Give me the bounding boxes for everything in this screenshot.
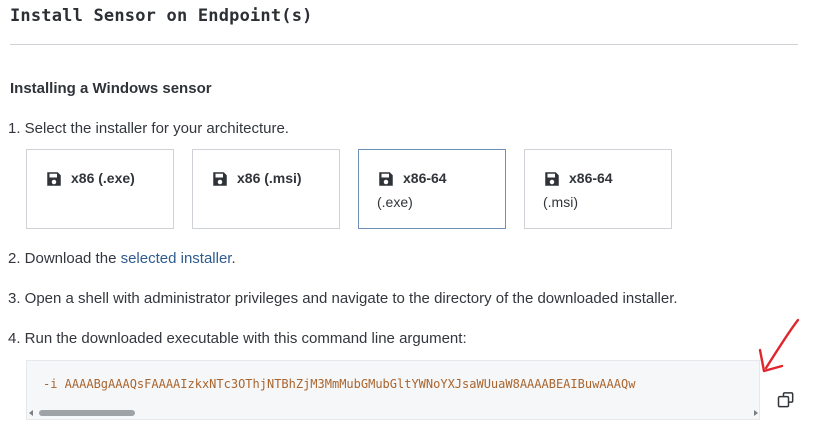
step-3-text: 3. Open a shell with administrator privi… [8, 290, 678, 307]
installer-option-label: x86 (.exe) [71, 170, 135, 186]
installer-option-label: x86-64 [403, 170, 447, 186]
step-2-prefix: 2. Download the [8, 250, 121, 267]
installer-option-label: x86 (.msi) [237, 170, 302, 186]
scroll-right-arrow-icon[interactable] [754, 410, 758, 416]
installer-option-x86-exe[interactable]: x86 (.exe) [26, 149, 174, 229]
installer-option-label: x86-64 [569, 170, 613, 186]
scroll-thumb[interactable] [39, 410, 135, 416]
step-4-text: 4. Run the downloaded executable with th… [8, 330, 467, 347]
step-1-text: 1. Select the installer for your archite… [8, 120, 289, 137]
installer-option-x86-msi[interactable]: x86 (.msi) [192, 149, 340, 229]
floppy-disk-icon [379, 172, 393, 186]
floppy-disk-icon [545, 172, 559, 186]
copy-icon[interactable] [776, 390, 796, 410]
installer-option-x86-64-exe[interactable]: x86-64 (.exe) [358, 149, 506, 229]
horizontal-scrollbar[interactable] [27, 409, 759, 417]
installer-option-sublabel: (.exe) [377, 194, 413, 210]
floppy-disk-icon [47, 172, 61, 186]
selected-installer-link[interactable]: selected installer [121, 250, 232, 267]
command-text[interactable]: -i AAAABgAAAQsFAAAAIzkxNTc3OThjNTBhZjM3M… [43, 377, 635, 391]
scroll-left-arrow-icon[interactable] [29, 410, 33, 416]
floppy-disk-icon [213, 172, 227, 186]
section-title: Installing a Windows sensor [10, 80, 212, 97]
title-divider [10, 44, 798, 45]
step-2-suffix: . [231, 250, 236, 267]
installer-option-sublabel: (.msi) [543, 194, 578, 210]
page-title: Install Sensor on Endpoint(s) [10, 6, 313, 26]
installer-option-x86-64-msi[interactable]: x86-64 (.msi) [524, 149, 672, 229]
command-code-block[interactable]: -i AAAABgAAAQsFAAAAIzkxNTc3OThjNTBhZjM3M… [26, 360, 760, 420]
step-2-text: 2. Download the selected installer. [8, 250, 236, 267]
